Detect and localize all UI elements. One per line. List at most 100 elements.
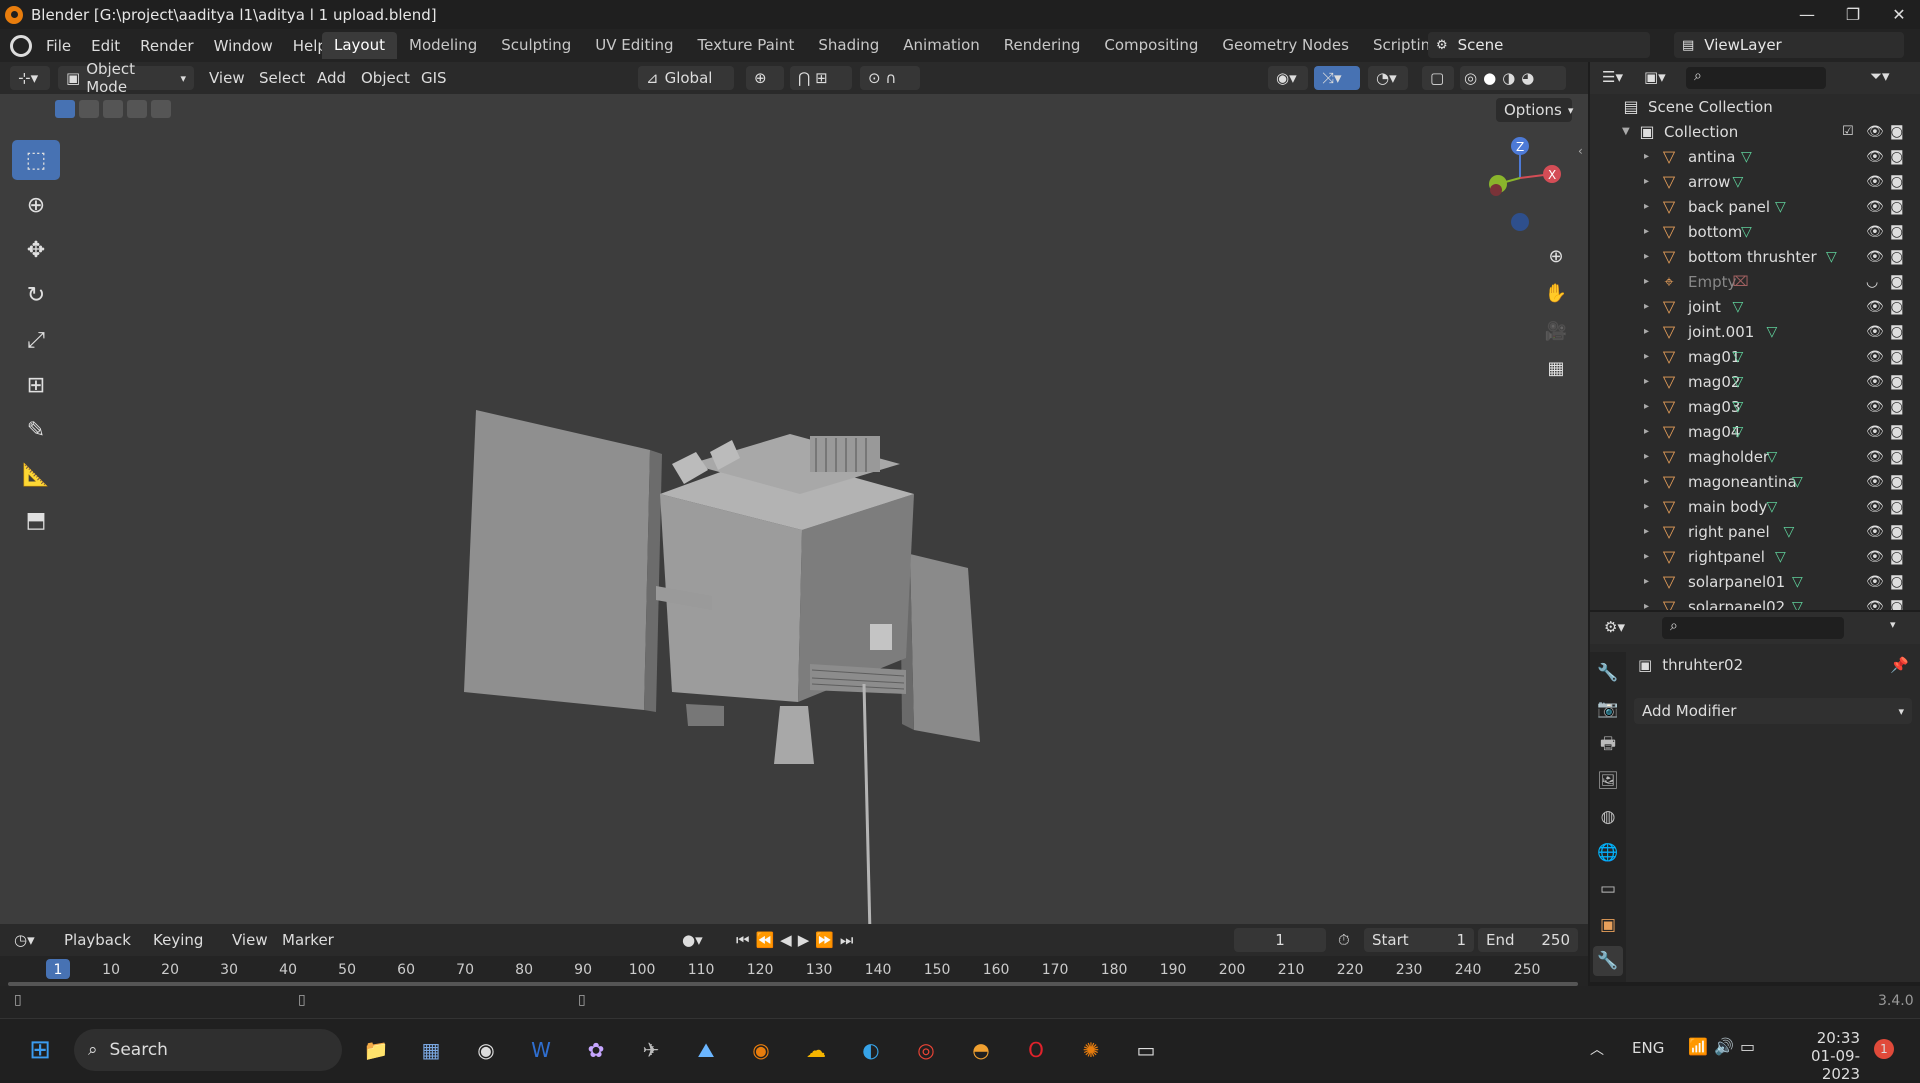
tab-layout[interactable]: Layout — [322, 32, 397, 59]
display-mode-icon[interactable]: ▣▾ — [1644, 68, 1666, 86]
select-intersect-icon[interactable] — [151, 100, 171, 118]
eye-icon[interactable]: 👁 — [1866, 499, 1884, 515]
eye-icon[interactable]: 👁 — [1866, 599, 1884, 611]
expand-icon[interactable]: ▸ — [1644, 476, 1658, 487]
shading-modes[interactable]: ◎ ● ◑ ◕ — [1460, 66, 1566, 90]
tab-uv-editing[interactable]: UV Editing — [583, 32, 685, 59]
pin-icon[interactable]: 📌 — [1890, 656, 1909, 674]
outliner-item[interactable]: ▸ ▽ joint.001 👁 ◙ ▽ — [1590, 319, 1920, 344]
tab-geometry-nodes[interactable]: Geometry Nodes — [1210, 32, 1361, 59]
antenna-rod[interactable] — [862, 683, 872, 934]
camera-icon[interactable]: ◙ — [1890, 399, 1904, 415]
transform-orientation-selector[interactable]: ⊿ Global — [638, 66, 734, 90]
outliner-item[interactable]: ▸ ▽ bottom thrushter 👁 ◙ ▽ — [1590, 244, 1920, 269]
camera-icon[interactable]: ◙ — [1890, 224, 1904, 240]
terminal-icon[interactable]: ▭ — [1128, 1032, 1164, 1068]
render-tab-icon[interactable]: 📷 — [1593, 694, 1623, 724]
menu-keying[interactable]: Keying — [153, 928, 203, 952]
camera-icon[interactable]: ◙ — [1890, 174, 1904, 190]
eye-icon[interactable]: 👁 — [1866, 249, 1884, 265]
tab-compositing[interactable]: Compositing — [1092, 32, 1210, 59]
pivot-point-button[interactable]: ⊕ — [746, 66, 784, 90]
settings-app-icon[interactable]: ✺ — [1073, 1032, 1109, 1068]
expand-icon[interactable]: ▸ — [1644, 601, 1658, 610]
outliner-item[interactable]: ▸ ▽ main body 👁 ◙ ▽ — [1590, 494, 1920, 519]
expand-down-icon[interactable]: ▼ — [1622, 126, 1636, 137]
tab-modeling[interactable]: Modeling — [397, 32, 489, 59]
add-cube-tool-icon[interactable]: ⬒ — [12, 500, 60, 540]
current-frame-field[interactable]: 1 — [1234, 928, 1326, 952]
scale-tool-icon[interactable]: ⤢ — [12, 320, 60, 360]
outliner-item[interactable]: ▸ ▽ mag01 👁 ◙ ▽ — [1590, 344, 1920, 369]
neg-z-axis-icon[interactable] — [1511, 213, 1529, 231]
edge-icon[interactable]: ◐ — [853, 1032, 889, 1068]
options-button[interactable]: Options ▾ — [1496, 98, 1573, 122]
menu-select[interactable]: Select — [259, 66, 305, 90]
eye-icon[interactable]: 👁 — [1866, 299, 1884, 315]
scene-tab-icon[interactable]: ◍ — [1593, 802, 1623, 832]
select-extend-icon[interactable] — [79, 100, 99, 118]
davinci-icon[interactable]: ✿ — [578, 1032, 614, 1068]
record-icon[interactable]: ●▾ — [682, 928, 703, 952]
timeline-track[interactable]: 1 10 20 30 40 50 60 70 80 90 100 110 120 130 140 150 160… — [0, 956, 1588, 986]
chevron-down-icon[interactable]: ▾ — [1890, 618, 1896, 631]
expand-icon[interactable]: ▸ — [1644, 351, 1658, 362]
eye-closed-icon[interactable]: ◡ — [1866, 274, 1878, 290]
expand-icon[interactable]: ▸ — [1644, 376, 1658, 387]
transform-tool-icon[interactable]: ⊞ — [12, 365, 60, 405]
cloud-icon[interactable]: ☁ — [798, 1032, 834, 1068]
expand-icon[interactable]: ▸ — [1644, 301, 1658, 312]
camera-icon[interactable]: ◙ — [1890, 424, 1904, 440]
expand-icon[interactable]: ▸ — [1644, 326, 1658, 337]
camera-icon[interactable]: ◙ — [1890, 449, 1904, 465]
navigation-gizmo[interactable]: Z X — [1472, 134, 1562, 234]
camera-view-icon[interactable]: 🎥 — [1541, 316, 1571, 346]
neg-x-axis-icon[interactable] — [1490, 184, 1502, 196]
menu-view[interactable]: View — [209, 66, 245, 90]
timeline-editor-icon[interactable]: ◷▾ — [14, 928, 35, 952]
expand-icon[interactable]: ▸ — [1644, 251, 1658, 262]
tab-animation[interactable]: Animation — [891, 32, 991, 59]
expand-icon[interactable]: ▸ — [1644, 176, 1658, 187]
eye-icon[interactable]: 👁 — [1866, 574, 1884, 590]
modifier-tab-icon[interactable]: 🔧 — [1593, 946, 1623, 976]
close-button[interactable]: ✕ — [1876, 0, 1920, 29]
taskbar-search[interactable]: ⌕ Search — [74, 1029, 342, 1071]
view-layer-selector[interactable]: ▤ ViewLayer — [1674, 32, 1904, 58]
outliner-item[interactable]: ▸ ▽ mag03 👁 ◙ ▽ — [1590, 394, 1920, 419]
eye-icon[interactable]: 👁 — [1866, 399, 1884, 415]
outliner-item[interactable]: ▸ ▽ rightpanel 👁 ◙ ▽ — [1590, 544, 1920, 569]
expand-icon[interactable]: ▸ — [1644, 526, 1658, 537]
end-frame-field[interactable]: End 250 — [1478, 928, 1578, 952]
tab-texture-paint[interactable]: Texture Paint — [686, 32, 807, 59]
outliner-item[interactable]: ▸ ▽ solarpanel02 👁 ◙ ▽ — [1590, 594, 1920, 610]
outliner-item[interactable]: ▸ ▽ mag02 👁 ◙ ▽ — [1590, 369, 1920, 394]
sidebar-toggle-icon[interactable]: ‹ — [1578, 144, 1583, 158]
eye-icon[interactable]: 👁 — [1866, 424, 1884, 440]
windows-start-icon[interactable]: ⊞ — [22, 1032, 58, 1068]
calculator-icon[interactable]: ▦ — [413, 1032, 449, 1068]
outliner-item[interactable]: ▸ ▽ right panel 👁 ◙ ▽ — [1590, 519, 1920, 544]
outliner-item[interactable]: ▸ ▽ magoneantina 👁 ◙ ▽ — [1590, 469, 1920, 494]
right-solar-panel[interactable] — [910, 554, 980, 742]
outliner-item[interactable]: ▸ ▽ mag04 👁 ◙ ▽ — [1590, 419, 1920, 444]
eye-icon[interactable]: 👁 — [1866, 474, 1884, 490]
notification-badge[interactable]: 1 — [1874, 1039, 1894, 1059]
collection-row[interactable]: ▼ ▣ Collection ☑ 👁 ◙ — [1590, 119, 1920, 144]
expand-icon[interactable]: ▸ — [1644, 276, 1658, 287]
move-tool-icon[interactable]: ✥ — [12, 230, 60, 270]
eye-icon[interactable]: 👁 — [1866, 224, 1884, 240]
world-tab-icon[interactable]: 🌐 — [1593, 838, 1623, 868]
camera-icon[interactable]: ◙ — [1890, 374, 1904, 390]
annotate-tool-icon[interactable]: ✎ — [12, 410, 60, 450]
camera-icon[interactable]: ◙ — [1890, 324, 1904, 340]
outliner-search-input[interactable]: ⌕ — [1686, 67, 1826, 89]
eye-icon[interactable]: 👁 — [1866, 124, 1884, 140]
eye-icon[interactable]: 👁 — [1866, 374, 1884, 390]
material-shading-icon[interactable]: ◑ — [1502, 69, 1515, 87]
rotate-tool-icon[interactable]: ↻ — [12, 275, 60, 315]
maximize-button[interactable]: ❐ — [1830, 0, 1876, 29]
outliner-item[interactable]: ▸ ▽ arrow 👁 ◙ ▽ — [1590, 169, 1920, 194]
satellite-model[interactable] — [440, 314, 1000, 934]
menu-file[interactable]: File — [36, 37, 81, 55]
